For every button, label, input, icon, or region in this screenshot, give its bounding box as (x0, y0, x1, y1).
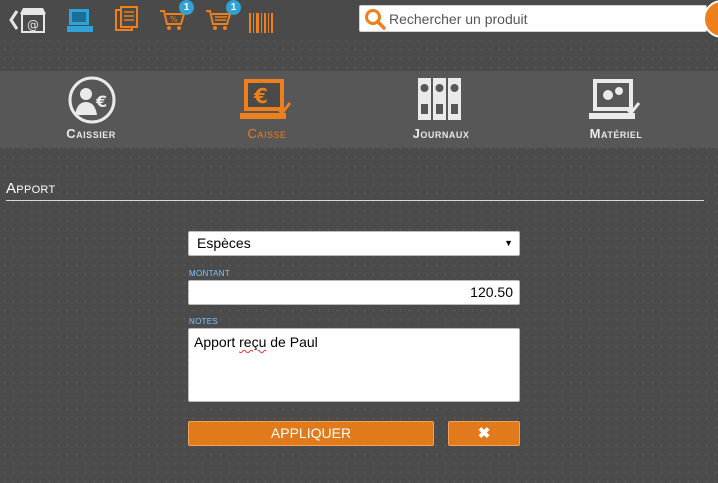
svg-text:€: € (95, 92, 107, 111)
product-search[interactable] (359, 5, 707, 32)
close-icon: ✖ (477, 425, 491, 442)
svg-text:€: € (253, 84, 268, 108)
notes-textarea[interactable]: Apport reçu de Paul (188, 328, 520, 402)
pos-terminal-icon[interactable] (67, 6, 97, 36)
search-icon (365, 9, 386, 30)
discount-badge: 1 (179, 0, 194, 15)
notes-text: de Paul (266, 334, 318, 350)
amount-label: MONTANT (189, 269, 231, 278)
search-input[interactable] (389, 6, 699, 31)
tab-label: Caissier (66, 126, 116, 141)
tab-journaux[interactable]: Journaux (351, 71, 531, 148)
apply-button[interactable]: APPLIQUER (188, 421, 434, 446)
cashier-icon: € (68, 76, 116, 124)
discount-cart-button[interactable]: % 1 (158, 0, 194, 32)
category-nav: € Caissier € Caisse Journaux Matériel (0, 71, 718, 148)
section-title: Apport (6, 180, 56, 197)
tab-caisse[interactable]: € Caisse (177, 71, 357, 148)
journals-icon (418, 78, 461, 120)
back-store-icon[interactable]: @ (8, 5, 48, 35)
top-toolbar: @ % 1 1 (0, 0, 718, 40)
svg-text:%: % (170, 15, 178, 24)
notes-label: NOTES (189, 317, 219, 326)
notes-text-misspelled: reçu (239, 334, 267, 350)
cart-button[interactable]: 1 (205, 0, 241, 32)
tab-label: Caisse (247, 126, 287, 141)
barcode-icon[interactable] (248, 8, 274, 38)
dropdown-arrow-icon: ▼ (504, 238, 513, 248)
amount-input[interactable]: 120.50 (188, 280, 520, 305)
payment-method-value: Espèces (197, 235, 251, 251)
tab-materiel[interactable]: Matériel (526, 71, 706, 148)
svg-text:@: @ (27, 18, 39, 32)
tab-label: Matériel (589, 126, 643, 141)
payment-method-select[interactable]: Espèces ▼ (188, 231, 520, 256)
tab-label: Journaux (412, 126, 470, 141)
hardware-icon (589, 79, 641, 119)
tab-caissier[interactable]: € Caissier (1, 71, 181, 148)
section-divider (6, 200, 704, 201)
catalog-icon[interactable] (113, 4, 143, 34)
cart-badge: 1 (226, 0, 241, 15)
cancel-button[interactable]: ✖ (448, 421, 520, 446)
register-icon: € (240, 79, 292, 119)
notes-text: Apport (194, 334, 240, 350)
